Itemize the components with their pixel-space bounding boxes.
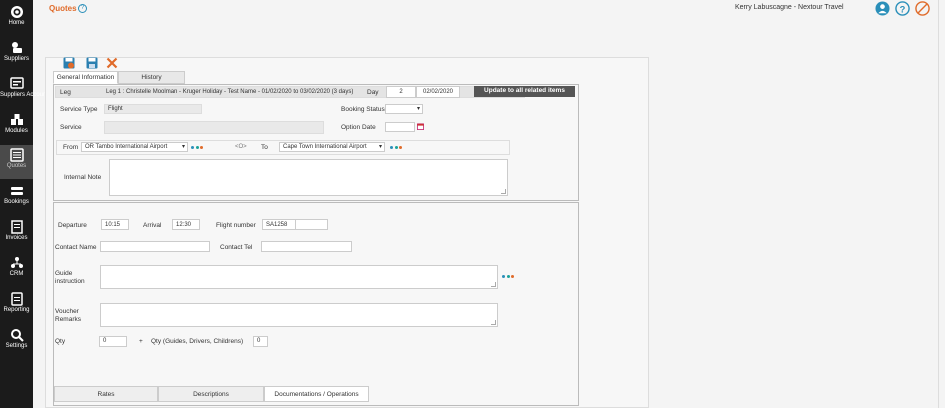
supplier-accounts-icon (9, 77, 24, 89)
contact-tel-field[interactable] (261, 241, 352, 252)
day-field[interactable]: 2 (386, 86, 416, 98)
plus-sign: + (139, 338, 143, 345)
logout-icon[interactable] (915, 1, 930, 16)
booking-status-select[interactable] (385, 104, 423, 114)
save-and-close-icon[interactable] (63, 57, 75, 69)
sidebar-item-label: Suppliers (3, 56, 29, 62)
sidebar-item-label: CRM (9, 271, 24, 277)
internal-note-textarea[interactable] (109, 159, 508, 196)
contact-name-label: Contact Name (55, 244, 97, 251)
sidebar-item-label: Bookings (4, 199, 29, 205)
date-field[interactable]: 02/02/2020 (416, 86, 460, 98)
guide-instruction-label: Guide instruction (55, 270, 85, 285)
sidebar-item-modules[interactable]: Modules (0, 110, 33, 144)
sidebar-item-bookings[interactable]: Bookings (0, 181, 33, 215)
sidebar-item-supplier-accounts[interactable]: Suppliers Accounts (0, 74, 52, 108)
invoices-icon (10, 220, 23, 234)
tab-documentations-operations[interactable]: Documentations / Operations (264, 386, 369, 402)
to-more-options-icon[interactable] (390, 146, 404, 149)
option-date-label: Option Date (341, 124, 376, 131)
contact-tel-label: Contact Tel (220, 244, 253, 251)
crm-icon (10, 257, 23, 268)
sidebar-item-crm[interactable]: CRM (0, 253, 33, 287)
voucher-remarks-label: Voucher Remarks (55, 308, 82, 323)
help-circle-icon[interactable]: ? (895, 1, 910, 16)
sidebar-item-quotes[interactable]: Quotes (0, 145, 33, 179)
sidebar-item-reporting[interactable]: Reporting (0, 289, 33, 323)
svg-text:?: ? (900, 4, 906, 14)
tab-rates[interactable]: Rates (54, 386, 158, 402)
leg-value: Leg 1 : Christelle Moolman - Kruger Holi… (106, 89, 354, 95)
internal-note-label: Internal Note (64, 174, 102, 181)
qty-label: Qty (55, 338, 66, 345)
sidebar-item-label: Suppliers Accounts (0, 92, 52, 98)
reporting-icon (10, 292, 23, 306)
arrival-label: Arrival (143, 222, 162, 229)
arrival-field[interactable]: 12:30 (172, 219, 200, 230)
day-label: Day (367, 89, 379, 96)
sidebar-item-suppliers[interactable]: Suppliers (0, 38, 33, 72)
flight-number-label: Flight number (216, 222, 256, 229)
service-label: Service (60, 124, 82, 131)
from-label: From (63, 144, 79, 151)
service-type-field: Flight (104, 104, 202, 114)
help-icon[interactable]: ? (78, 4, 87, 13)
booking-status-label: Booking Status (341, 106, 385, 113)
guide-more-options-icon[interactable] (502, 275, 516, 278)
sidebar-item-label: Invoices (5, 235, 28, 241)
sidebar: Home Suppliers Suppliers Accounts Module… (0, 0, 52, 408)
swap-route-icon[interactable]: <O> (235, 144, 247, 150)
tab-general-information[interactable]: General Information (53, 71, 118, 84)
service-type-label: Service Type (60, 106, 98, 113)
calendar-icon[interactable] (417, 123, 424, 130)
flight-number-field[interactable]: SA1258 (262, 219, 295, 230)
sidebar-item-invoices[interactable]: Invoices (0, 217, 33, 251)
modules-icon (10, 114, 23, 125)
guide-instruction-textarea[interactable] (100, 265, 498, 289)
sidebar-item-settings[interactable]: Settings (0, 325, 33, 359)
voucher-remarks-textarea[interactable] (100, 303, 498, 327)
qty-guides-label: Qty (Guides, Drivers, Childrens) (151, 338, 244, 345)
user-profile-icon[interactable] (875, 1, 890, 16)
service-field (104, 121, 324, 134)
page-header: Quotes ? Kerry Labuscagne - Nextour Trav… (33, 0, 945, 18)
sidebar-item-label: Modules (5, 128, 28, 134)
close-icon[interactable] (106, 57, 118, 69)
to-airport-select[interactable]: Cape Town International Airport (279, 142, 385, 152)
update-related-items-button[interactable]: Update to all related items (474, 86, 575, 97)
flight-number-extra-field[interactable] (295, 219, 328, 230)
settings-icon (10, 329, 24, 342)
suppliers-icon (11, 42, 22, 53)
leg-label: Leg (60, 89, 71, 96)
sidebar-item-label: Reporting (3, 307, 30, 313)
save-icon[interactable] (86, 57, 98, 69)
tab-history[interactable]: History (118, 71, 185, 84)
quotes-icon (9, 148, 24, 162)
contact-name-field[interactable] (100, 241, 210, 252)
page-title: Quotes (49, 4, 77, 13)
sidebar-item-home[interactable]: Home (0, 2, 33, 36)
bookings-icon (10, 187, 23, 195)
sidebar-item-label: Settings (5, 343, 28, 349)
user-name: Kerry Labuscagne - Nextour Travel (735, 4, 844, 11)
to-label: To (261, 144, 268, 151)
from-more-options-icon[interactable] (191, 146, 205, 149)
departure-field[interactable]: 10:15 (101, 219, 129, 230)
sidebar-item-label: Quotes (6, 163, 27, 169)
option-date-field[interactable] (385, 122, 415, 132)
home-icon (10, 6, 23, 18)
from-airport-select[interactable]: OR Tambo International Airport (81, 142, 188, 152)
sidebar-item-label: Home (8, 20, 25, 26)
qty-guides-field[interactable]: 0 (253, 336, 268, 347)
departure-label: Departure (58, 222, 87, 229)
tab-descriptions[interactable]: Descriptions (158, 386, 264, 402)
vertical-scrollbar[interactable] (938, 0, 945, 408)
qty-field[interactable]: 0 (99, 336, 127, 347)
